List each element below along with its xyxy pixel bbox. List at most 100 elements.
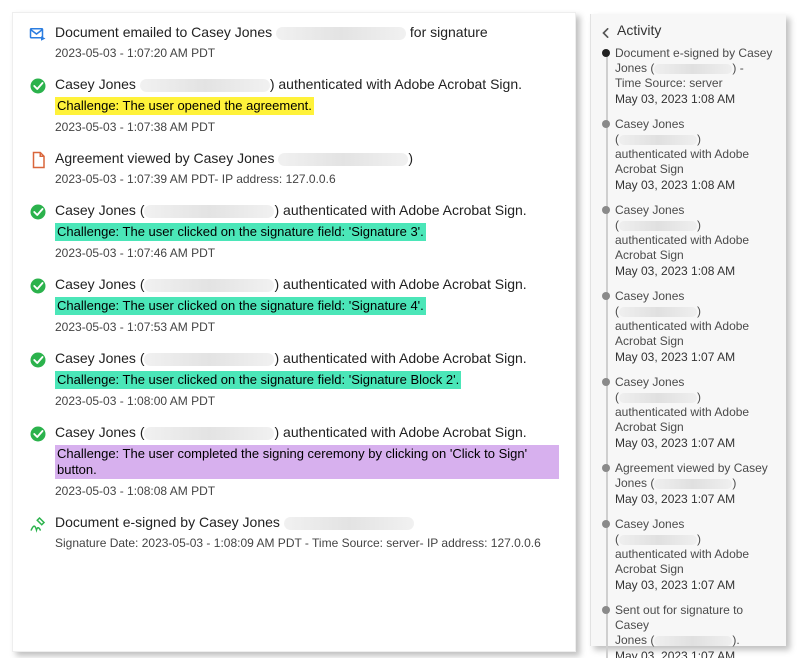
activity-item-line: Acrobat Sign bbox=[615, 420, 780, 435]
audit-event-title: Document e-signed by Casey Jones bbox=[55, 513, 559, 531]
activity-panel: Activity Document e-signed by CaseyJones… bbox=[590, 14, 786, 646]
audit-event-time: 2023-05-03 - 1:08:08 AM PDT bbox=[55, 483, 559, 499]
audit-event-title: Document emailed to Casey Jones for sign… bbox=[55, 23, 559, 41]
audit-event: Casey Jones ) authenticated with Adobe A… bbox=[29, 75, 559, 135]
activity-item[interactable]: Sent out for signature to CaseyJones ().… bbox=[615, 603, 780, 658]
activity-item-line: authenticated with Adobe bbox=[615, 233, 780, 248]
audit-report: Document emailed to Casey Jones for sign… bbox=[12, 12, 576, 652]
activity-item-line: Casey Jones bbox=[615, 117, 780, 132]
audit-event-time: 2023-05-03 - 1:07:53 AM PDT bbox=[55, 319, 559, 335]
activity-item-date: May 03, 2023 1:08 AM bbox=[615, 178, 780, 193]
activity-item-line: Acrobat Sign bbox=[615, 562, 780, 577]
activity-item-line: Acrobat Sign bbox=[615, 248, 780, 263]
check-icon bbox=[29, 277, 47, 295]
activity-item-line: Time Source: server bbox=[615, 76, 780, 91]
audit-event: Document emailed to Casey Jones for sign… bbox=[29, 23, 559, 61]
redacted-email bbox=[140, 79, 270, 92]
check-icon bbox=[29, 203, 47, 221]
redacted-email bbox=[144, 279, 274, 292]
activity-item[interactable]: Agreement viewed by CaseyJones ()May 03,… bbox=[615, 461, 780, 507]
check-icon bbox=[29, 425, 47, 443]
audit-event: Casey Jones () authenticated with Adobe … bbox=[29, 423, 559, 499]
activity-item-line: Jones (). bbox=[615, 633, 780, 648]
redacted-email bbox=[654, 636, 732, 646]
activity-item[interactable]: Casey Jones()authenticated with AdobeAcr… bbox=[615, 203, 780, 279]
redacted-email bbox=[619, 393, 697, 403]
check-icon bbox=[29, 351, 47, 369]
sign-icon bbox=[29, 515, 47, 533]
audit-event: Document e-signed by Casey Jones Signatu… bbox=[29, 513, 559, 551]
audit-event-time: 2023-05-03 - 1:07:46 AM PDT bbox=[55, 245, 559, 261]
activity-item[interactable]: Casey Jones()authenticated with AdobeAcr… bbox=[615, 517, 780, 593]
activity-item-line: () bbox=[615, 532, 780, 547]
audit-event-challenge: Challenge: The user clicked on the signa… bbox=[55, 223, 426, 241]
audit-event-time: 2023-05-03 - 1:07:39 AM PDT- IP address:… bbox=[55, 171, 559, 187]
activity-item-line: Acrobat Sign bbox=[615, 334, 780, 349]
redacted-email bbox=[619, 535, 697, 545]
redacted-email bbox=[619, 221, 697, 231]
check-icon bbox=[29, 77, 47, 95]
audit-event-time: 2023-05-03 - 1:07:20 AM PDT bbox=[55, 45, 559, 61]
redacted-email bbox=[144, 353, 274, 366]
activity-item-line: authenticated with Adobe bbox=[615, 547, 780, 562]
activity-item[interactable]: Casey Jones()authenticated with AdobeAcr… bbox=[615, 289, 780, 365]
audit-event: Agreement viewed by Casey Jones ) 2023-05… bbox=[29, 149, 559, 187]
audit-event-challenge: Challenge: The user clicked on the signa… bbox=[55, 371, 461, 389]
view-icon bbox=[29, 151, 47, 169]
activity-item-line: Document e-signed by Casey bbox=[615, 46, 780, 61]
audit-event-challenge: Challenge: The user opened the agreement… bbox=[55, 97, 314, 115]
activity-back-button[interactable]: Activity bbox=[601, 20, 780, 46]
audit-event: Casey Jones () authenticated with Adobe … bbox=[29, 201, 559, 261]
redacted-email bbox=[284, 517, 414, 530]
activity-item-line: Casey Jones bbox=[615, 289, 780, 304]
activity-item-line: authenticated with Adobe bbox=[615, 319, 780, 334]
audit-event-time: 2023-05-03 - 1:08:00 AM PDT bbox=[55, 393, 559, 409]
audit-event-title: Casey Jones () authenticated with Adobe … bbox=[55, 201, 559, 219]
activity-item[interactable]: Casey Jones()authenticated with AdobeAcr… bbox=[615, 117, 780, 193]
activity-item-line: Casey Jones bbox=[615, 517, 780, 532]
audit-event-title: Casey Jones ) authenticated with Adobe A… bbox=[55, 75, 559, 93]
redacted-email bbox=[276, 27, 406, 40]
activity-item-line: authenticated with Adobe bbox=[615, 147, 780, 162]
redacted-email bbox=[144, 427, 274, 440]
audit-event-title: Casey Jones () authenticated with Adobe … bbox=[55, 349, 559, 367]
activity-item-line: Sent out for signature to Casey bbox=[615, 603, 780, 633]
activity-item-line: Acrobat Sign bbox=[615, 162, 780, 177]
activity-item-date: May 03, 2023 1:07 AM bbox=[615, 649, 780, 658]
audit-event-title: Casey Jones () authenticated with Adobe … bbox=[55, 423, 559, 441]
activity-item-line: () bbox=[615, 304, 780, 319]
activity-item[interactable]: Document e-signed by CaseyJones () -Time… bbox=[615, 46, 780, 107]
redacted-email bbox=[654, 64, 732, 74]
activity-item-line: authenticated with Adobe bbox=[615, 405, 780, 420]
activity-item-date: May 03, 2023 1:07 AM bbox=[615, 350, 780, 365]
activity-header-label: Activity bbox=[617, 22, 661, 38]
audit-event-title: Agreement viewed by Casey Jones ) bbox=[55, 149, 559, 167]
audit-event-time: Signature Date: 2023-05-03 - 1:08:09 AM … bbox=[55, 535, 559, 551]
audit-event: Casey Jones () authenticated with Adobe … bbox=[29, 275, 559, 335]
activity-item-date: May 03, 2023 1:08 AM bbox=[615, 264, 780, 279]
activity-item-line: Casey Jones bbox=[615, 375, 780, 390]
audit-event-time: 2023-05-03 - 1:07:38 AM PDT bbox=[55, 119, 559, 135]
activity-item-line: () bbox=[615, 132, 780, 147]
activity-item-line: () bbox=[615, 218, 780, 233]
activity-item-line: Agreement viewed by Casey bbox=[615, 461, 780, 476]
email-icon bbox=[29, 25, 47, 43]
activity-item-date: May 03, 2023 1:07 AM bbox=[615, 578, 780, 593]
activity-item-line: Jones () - bbox=[615, 61, 780, 76]
activity-timeline: Document e-signed by CaseyJones () -Time… bbox=[601, 46, 780, 658]
audit-event-title: Casey Jones () authenticated with Adobe … bbox=[55, 275, 559, 293]
activity-item-date: May 03, 2023 1:07 AM bbox=[615, 492, 780, 507]
audit-event: Casey Jones () authenticated with Adobe … bbox=[29, 349, 559, 409]
activity-item[interactable]: Casey Jones()authenticated with AdobeAcr… bbox=[615, 375, 780, 451]
audit-event-challenge: Challenge: The user clicked on the signa… bbox=[55, 297, 426, 315]
activity-item-line: () bbox=[615, 390, 780, 405]
activity-item-date: May 03, 2023 1:07 AM bbox=[615, 436, 780, 451]
redacted-email bbox=[654, 479, 732, 489]
redacted-email bbox=[619, 135, 697, 145]
redacted-email bbox=[278, 153, 408, 166]
chevron-left-icon bbox=[601, 25, 611, 35]
activity-item-date: May 03, 2023 1:08 AM bbox=[615, 92, 780, 107]
activity-item-line: Jones () bbox=[615, 476, 780, 491]
activity-item-line: Casey Jones bbox=[615, 203, 780, 218]
redacted-email bbox=[619, 307, 697, 317]
